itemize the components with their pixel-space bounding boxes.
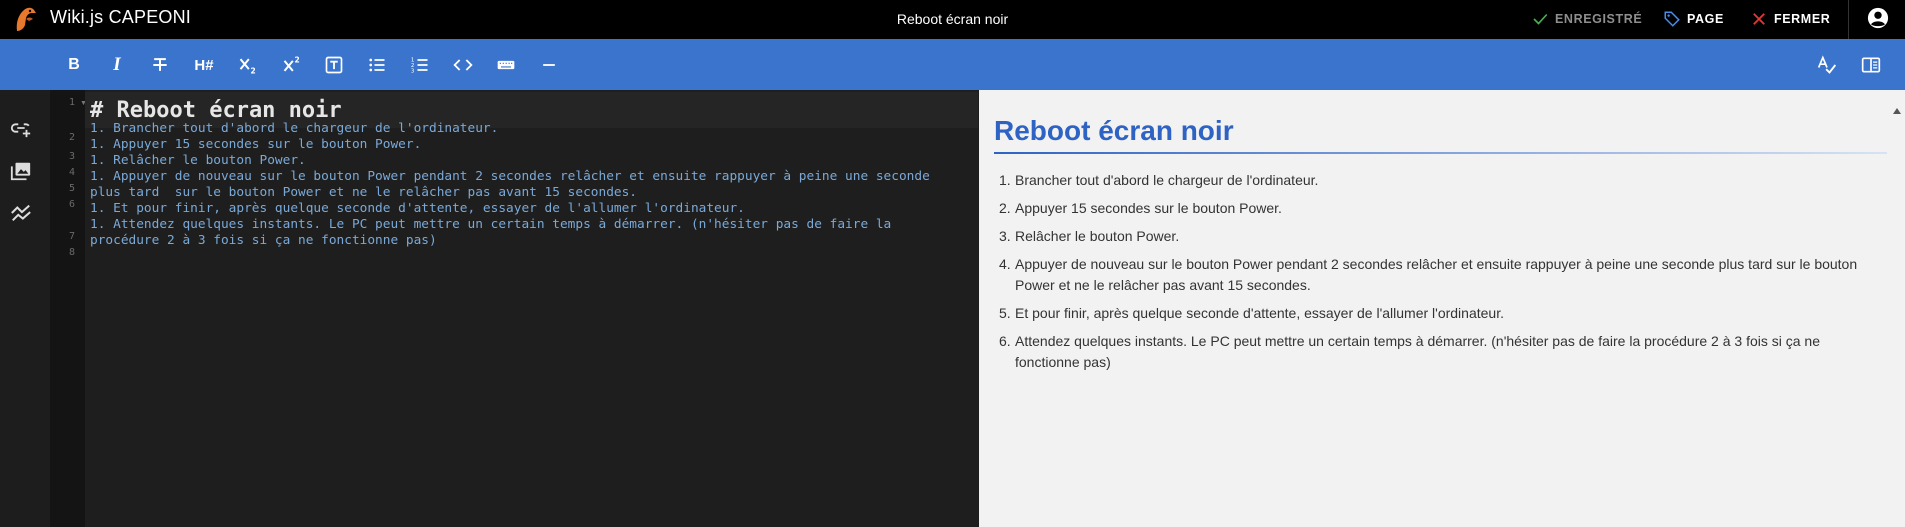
strikethrough-icon xyxy=(153,58,167,71)
insert-assets-button[interactable] xyxy=(10,160,36,182)
blockquote-button[interactable] xyxy=(322,53,346,77)
subscript-button[interactable]: 2 xyxy=(236,53,260,77)
top-app-bar: Wiki.js CAPEONI Reboot écran noir ENREGI… xyxy=(0,0,1905,39)
list-item: 4. Appuyer de nouveau sur le bouton Power… xyxy=(994,254,1874,296)
close-icon xyxy=(1753,13,1765,25)
list-number: 1. xyxy=(999,172,1011,188)
bold-button[interactable]: B xyxy=(62,53,86,77)
code-icon xyxy=(453,59,473,71)
list-text: Appuyer de nouveau sur le bouton Power p… xyxy=(1015,256,1858,293)
list-text: Attendez quelques instants. Le PC peut m… xyxy=(1015,333,1821,370)
editor-line[interactable]: 1. Attendez quelques instants. Le PC peu… xyxy=(90,217,891,232)
minus-icon xyxy=(543,64,555,66)
subscript-icon: 2 xyxy=(239,58,256,75)
chart-icon xyxy=(11,204,31,222)
svg-text:2: 2 xyxy=(251,66,256,75)
keyboard-key-button[interactable] xyxy=(494,53,518,77)
wikijs-logo-icon xyxy=(16,7,36,31)
page-label: PAGE xyxy=(1687,12,1724,26)
list-item: 6. Attendez quelques instants. Le PC peut… xyxy=(994,331,1874,373)
preview-ordered-list: 1. Brancher tout d'abord le chargeur de l… xyxy=(994,170,1874,380)
strikethrough-button[interactable] xyxy=(148,53,172,77)
app-title[interactable]: Wiki.js CAPEONI xyxy=(50,7,191,28)
markdown-editor[interactable]: # Reboot écran noir 1. Brancher tout d'a… xyxy=(85,90,978,527)
saved-label: ENREGISTRÉ xyxy=(1555,12,1643,26)
preview-title: Reboot écran noir xyxy=(994,115,1234,146)
close-label: FERMER xyxy=(1774,12,1831,26)
svg-text:3: 3 xyxy=(411,69,414,75)
list-item: 3. Relâcher le bouton Power. xyxy=(994,226,1874,247)
tag-icon xyxy=(1664,11,1680,27)
list-number: 3. xyxy=(999,228,1011,244)
markdown-preview: Reboot écran noir 1. Brancher tout d'abor… xyxy=(979,90,1889,527)
bullet-list-icon xyxy=(369,58,385,72)
list-item: 5. Et pour finir, après quelque seconde d… xyxy=(994,303,1874,324)
saved-button[interactable]: ENREGISTRÉ xyxy=(1531,8,1642,30)
editor-line[interactable]: 1. Appuyer de nouveau sur le bouton Powe… xyxy=(90,169,930,184)
list-text: Brancher tout d'abord le chargeur de l'o… xyxy=(1015,172,1319,188)
italic-icon: I xyxy=(113,54,121,75)
editor-toolbar: B I H# 2 2 123 xyxy=(0,39,1905,90)
list-item: 2. Appuyer 15 secondes sur le bouton Powe… xyxy=(994,198,1874,219)
numbered-list-icon: 123 xyxy=(411,58,428,75)
editor-line[interactable]: 1. Et pour finir, après quelque seconde … xyxy=(90,201,745,216)
editor-line[interactable]: plus tard sur le bouton Power et ne le r… xyxy=(90,185,637,200)
line-number: 8 xyxy=(68,247,75,258)
list-text: Et pour finir, après quelque seconde d'a… xyxy=(1015,305,1504,321)
list-number: 6. xyxy=(999,333,1011,349)
editor-line[interactable]: 1. Brancher tout d'abord le chargeur de … xyxy=(90,121,498,136)
editor-line[interactable]: procédure 2 à 3 fois si ça ne fonctionne… xyxy=(90,233,437,248)
insert-diagram-button[interactable] xyxy=(10,202,36,224)
close-button[interactable]: FERMER xyxy=(1750,8,1830,30)
line-number: 4 xyxy=(68,167,75,178)
line-number: 6 xyxy=(68,199,75,210)
list-text: Relâcher le bouton Power. xyxy=(1015,228,1180,244)
list-number: 4. xyxy=(999,256,1011,272)
spellcheck-icon xyxy=(1817,55,1837,74)
preview-title-underline xyxy=(994,152,1887,154)
horizontal-rule-button[interactable] xyxy=(537,53,561,77)
line-number: 2 xyxy=(68,132,75,143)
editor-line[interactable]: 1. Relâcher le bouton Power. xyxy=(90,153,306,168)
inline-code-button[interactable] xyxy=(451,53,475,77)
editor-line[interactable]: 1. Appuyer 15 secondes sur le bouton Pow… xyxy=(90,137,421,152)
split-view-icon xyxy=(1861,57,1881,73)
insert-link-button[interactable] xyxy=(10,117,36,139)
heading-button[interactable]: H# xyxy=(192,53,216,77)
list-number: 2. xyxy=(999,200,1011,216)
scroll-up-arrow-icon[interactable] xyxy=(1893,108,1901,114)
line-number-gutter: 1 2 3 4 5 6 7 8 xyxy=(50,90,85,527)
editor-sidebar xyxy=(0,90,50,527)
toggle-preview-button[interactable] xyxy=(1859,53,1883,77)
line-number: 5 xyxy=(68,183,75,194)
superscript-button[interactable]: 2 xyxy=(280,53,304,77)
heading-icon: H# xyxy=(194,56,214,74)
bold-icon: B xyxy=(68,56,80,73)
superscript-icon: 2 xyxy=(283,56,300,72)
ordered-list-button[interactable]: 123 xyxy=(408,53,432,77)
line-number: 3 xyxy=(68,151,75,162)
line-number: 7 xyxy=(68,231,75,242)
page-properties-button[interactable]: PAGE xyxy=(1663,8,1724,30)
preview-scrollbar[interactable] xyxy=(1889,90,1905,527)
svg-text:2: 2 xyxy=(295,56,300,65)
list-item: 1. Brancher tout d'abord le chargeur de l… xyxy=(994,170,1874,191)
keyboard-icon xyxy=(497,60,515,70)
text-box-icon xyxy=(325,56,343,74)
unordered-list-button[interactable] xyxy=(365,53,389,77)
check-icon xyxy=(1533,13,1548,25)
italic-button[interactable]: I xyxy=(105,53,129,77)
topbar-divider xyxy=(1848,0,1849,39)
editor-heading-line[interactable]: # Reboot écran noir xyxy=(90,98,342,123)
list-number: 5. xyxy=(999,305,1011,321)
list-text: Appuyer 15 secondes sur le bouton Power. xyxy=(1015,200,1282,216)
image-multiple-icon xyxy=(10,162,31,181)
spellcheck-button[interactable] xyxy=(1815,53,1839,77)
line-number: 1 xyxy=(68,97,75,108)
link-plus-icon xyxy=(10,123,31,138)
account-icon[interactable] xyxy=(1867,7,1889,29)
